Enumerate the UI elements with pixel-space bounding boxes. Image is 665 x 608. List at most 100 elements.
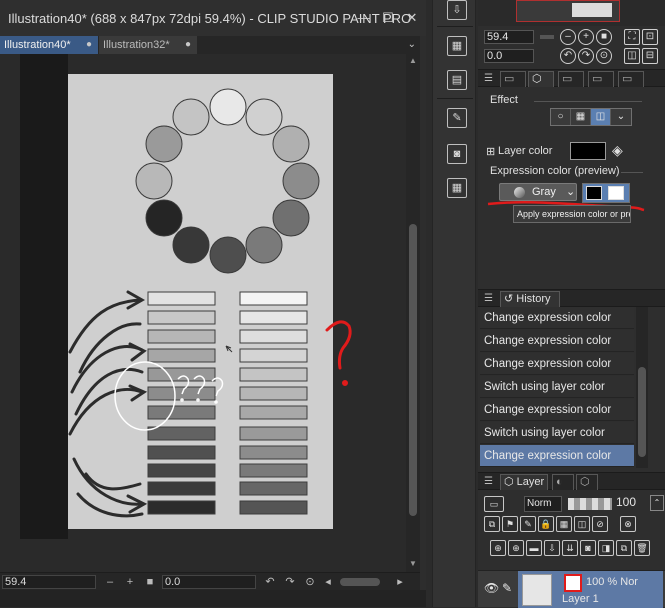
- flip-vertical-icon[interactable]: ⊟: [642, 48, 658, 64]
- tab-history[interactable]: ↺ History: [500, 291, 560, 307]
- transfer-down-icon[interactable]: ⇩: [544, 540, 560, 556]
- lock-icon[interactable]: 🔒: [538, 516, 554, 532]
- panel-grip-icon[interactable]: ☰: [484, 476, 493, 487]
- camera-icon[interactable]: ◙: [447, 144, 467, 164]
- combine-down-icon[interactable]: ⇊: [562, 540, 578, 556]
- tab-list-chevron-icon[interactable]: ⌄: [408, 36, 416, 54]
- history-item[interactable]: Change expression color: [480, 330, 634, 352]
- history-scrollbar[interactable]: [636, 307, 648, 468]
- fill-bucket-icon[interactable]: ◈: [612, 142, 623, 159]
- rotation-field[interactable]: 0.0: [162, 575, 256, 589]
- canvas-drawing[interactable]: [0, 54, 406, 572]
- scroll-up-icon[interactable]: ▲: [406, 56, 420, 65]
- apply-mask-icon[interactable]: ◨: [598, 540, 614, 556]
- maximize-button[interactable]: ☐: [380, 10, 396, 26]
- rotate-left-icon[interactable]: ↶: [264, 575, 276, 589]
- navigator-angle-field[interactable]: 0.0: [484, 49, 534, 63]
- clip-icon[interactable]: ⧉: [484, 516, 500, 532]
- tab-layer-search[interactable]: ⬡: [576, 474, 598, 490]
- zoom-slider[interactable]: [540, 35, 554, 39]
- rotate-right-icon[interactable]: ↷: [284, 575, 296, 589]
- copy-layer-icon[interactable]: ⧉: [616, 540, 632, 556]
- scrollbar-thumb[interactable]: [638, 367, 646, 457]
- minimize-button[interactable]: —: [356, 10, 372, 26]
- fit-screen-icon[interactable]: ⛶: [624, 29, 640, 45]
- opacity-slider[interactable]: [568, 498, 612, 510]
- flip-icon[interactable]: ◂: [322, 575, 334, 589]
- history-item[interactable]: Change expression color: [480, 399, 634, 421]
- stop-icon[interactable]: ■: [596, 29, 612, 45]
- ruler-icon[interactable]: ⊘: [592, 516, 608, 532]
- scrollbar-thumb[interactable]: [409, 224, 417, 516]
- horizontal-scroll-thumb[interactable]: [340, 578, 380, 586]
- opacity-value[interactable]: 100: [616, 495, 636, 509]
- import-icon[interactable]: ⇩: [447, 0, 467, 20]
- scroll-right-icon[interactable]: ▸: [394, 575, 406, 589]
- history-item[interactable]: Change expression color: [480, 307, 634, 329]
- effect-dropdown-icon[interactable]: ⌄: [611, 109, 631, 125]
- zoom-out-icon[interactable]: –: [560, 29, 576, 45]
- history-item[interactable]: Change expression color: [480, 353, 634, 375]
- rotate-ccw-icon[interactable]: ↶: [560, 48, 576, 64]
- tab-color[interactable]: ▭: [588, 71, 614, 87]
- navigator-zoom-field[interactable]: 59.4: [484, 30, 534, 44]
- close-button[interactable]: ✕: [404, 10, 420, 26]
- layer-row[interactable]: 👁 ✎ 100 % Nor Layer 1: [478, 570, 665, 608]
- blend-mode-dropdown[interactable]: Norm: [524, 496, 562, 512]
- rotate-cw-icon[interactable]: ↷: [578, 48, 594, 64]
- actual-size-icon[interactable]: ⊡: [642, 29, 658, 45]
- flip-horizontal-icon[interactable]: ◫: [624, 48, 640, 64]
- layer-color-swatch[interactable]: [570, 142, 606, 160]
- edit-icon[interactable]: ✎: [447, 108, 467, 128]
- reset-rotation-icon[interactable]: ⊙: [304, 575, 316, 589]
- panel-grip-icon[interactable]: ☰: [484, 73, 493, 84]
- layer-color-indicator[interactable]: [564, 574, 582, 592]
- layer-color-toggle[interactable]: ⊞: [486, 145, 495, 158]
- opacity-stepper[interactable]: ⌃: [650, 495, 664, 511]
- grid-icon[interactable]: ▤: [447, 70, 467, 90]
- tab-search[interactable]: ◐: [552, 474, 574, 490]
- visibility-eye-icon[interactable]: 👁: [484, 581, 499, 595]
- history-item[interactable]: Switch using layer color: [480, 422, 634, 444]
- tone-effect-icon[interactable]: ▦: [571, 109, 591, 125]
- layer-color-effect-icon[interactable]: ◫: [591, 109, 611, 125]
- mask-disable-icon[interactable]: ⊗: [620, 516, 636, 532]
- tab-brush-size[interactable]: ▭: [558, 71, 584, 87]
- reference-icon[interactable]: ⚑: [502, 516, 518, 532]
- blend-mode-menu-icon[interactable]: ▭: [484, 496, 504, 512]
- tab-sub-tool[interactable]: ▭: [500, 71, 526, 87]
- new-folder-icon[interactable]: ▬: [526, 540, 542, 556]
- tab-illustration40[interactable]: Illustration40* ●: [0, 36, 98, 54]
- new-raster-layer-icon[interactable]: ⊕: [490, 540, 506, 556]
- delete-layer-icon[interactable]: 🗑: [634, 540, 650, 556]
- layer-name[interactable]: Layer 1: [562, 593, 599, 605]
- tab-tool-property[interactable]: ⬡: [528, 71, 554, 87]
- edit-pen-icon[interactable]: ✎: [502, 581, 512, 595]
- layer-mask-icon[interactable]: ◙: [580, 540, 596, 556]
- scroll-down-icon[interactable]: ▼: [406, 559, 420, 568]
- border-effect-icon[interactable]: ○: [551, 109, 571, 125]
- calculator-icon[interactable]: ▦: [447, 178, 467, 198]
- tab-close-icon[interactable]: ●: [185, 36, 191, 54]
- tone-icon[interactable]: ▦: [447, 36, 467, 56]
- zoom-out-button[interactable]: –: [104, 575, 116, 589]
- history-item[interactable]: Switch using layer color: [480, 376, 634, 398]
- zoom-in-icon[interactable]: +: [578, 29, 594, 45]
- reset-rotate-icon[interactable]: ⊙: [596, 48, 612, 64]
- canvas-vertical-scrollbar[interactable]: ▲ ▼: [406, 54, 420, 572]
- new-vector-layer-icon[interactable]: ⊕: [508, 540, 524, 556]
- layer-thumbnail: [522, 574, 552, 606]
- canvas-area[interactable]: [0, 54, 406, 572]
- tab-close-icon[interactable]: ●: [86, 36, 92, 54]
- zoom-field[interactable]: 59.4: [2, 575, 96, 589]
- panel-grip-icon[interactable]: ☰: [484, 293, 493, 304]
- history-item-selected[interactable]: Change expression color: [480, 445, 634, 467]
- zoom-in-button[interactable]: +: [124, 575, 136, 589]
- mask-icon[interactable]: ◫: [574, 516, 590, 532]
- tab-layer-property[interactable]: ▭: [618, 71, 644, 87]
- fit-icon[interactable]: ■: [144, 575, 156, 589]
- lock-transparency-icon[interactable]: ▦: [556, 516, 572, 532]
- tab-illustration32[interactable]: Illustration32* ●: [99, 36, 197, 54]
- draft-icon[interactable]: ✎: [520, 516, 536, 532]
- tab-layer[interactable]: ⬡ Layer: [500, 474, 548, 490]
